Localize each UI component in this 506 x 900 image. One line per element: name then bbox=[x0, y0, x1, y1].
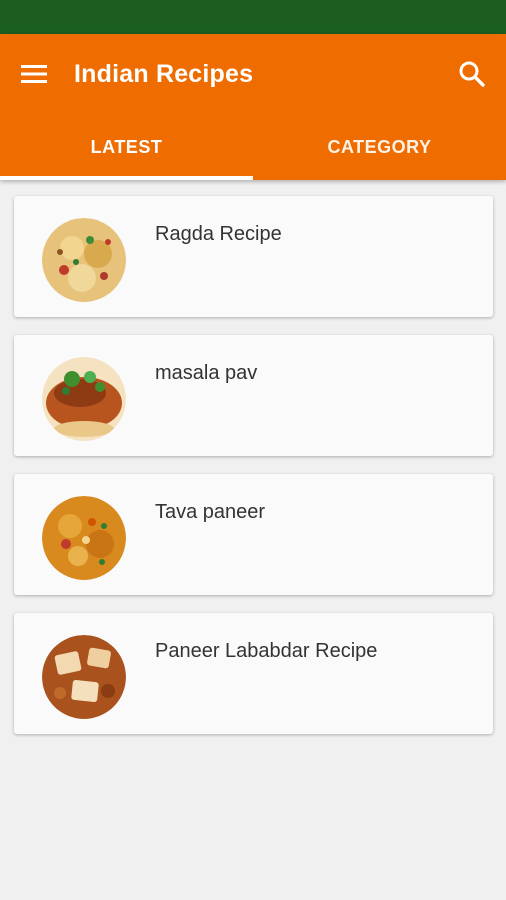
recipe-card-ragda[interactable]: Ragda Recipe bbox=[14, 196, 493, 317]
tab-latest[interactable]: LATEST bbox=[0, 114, 253, 180]
tab-indicator bbox=[0, 176, 253, 180]
recipe-thumbnail bbox=[42, 635, 126, 719]
toolbar: Indian Recipes bbox=[0, 34, 506, 114]
recipe-title: Ragda Recipe bbox=[155, 223, 282, 245]
recipe-title: Tava paneer bbox=[155, 501, 266, 523]
recipe-list: Ragda Recipe masala pav Tava paneer Pane… bbox=[0, 180, 506, 734]
search-icon bbox=[459, 61, 485, 87]
app-bar: Indian Recipes LATEST CATEGORY bbox=[0, 34, 506, 180]
status-bar bbox=[0, 0, 506, 34]
hamburger-menu-icon bbox=[21, 65, 47, 83]
recipe-thumbnail bbox=[42, 496, 126, 580]
tab-bar: LATEST CATEGORY bbox=[0, 114, 506, 180]
tab-category[interactable]: CATEGORY bbox=[253, 114, 506, 180]
recipe-card-masala-pav[interactable]: masala pav bbox=[14, 335, 493, 456]
recipe-thumbnail bbox=[42, 218, 126, 302]
recipe-card-tava-paneer[interactable]: Tava paneer bbox=[14, 474, 493, 595]
recipe-title: masala pav bbox=[155, 362, 258, 384]
recipe-thumbnail bbox=[42, 357, 126, 441]
recipe-card-paneer-lababdar[interactable]: Paneer Lababdar Recipe bbox=[14, 613, 493, 734]
app-title: Indian Recipes bbox=[74, 60, 254, 88]
recipe-title: Paneer Lababdar Recipe bbox=[155, 640, 378, 662]
menu-button[interactable] bbox=[14, 54, 54, 94]
search-button[interactable] bbox=[450, 52, 494, 96]
